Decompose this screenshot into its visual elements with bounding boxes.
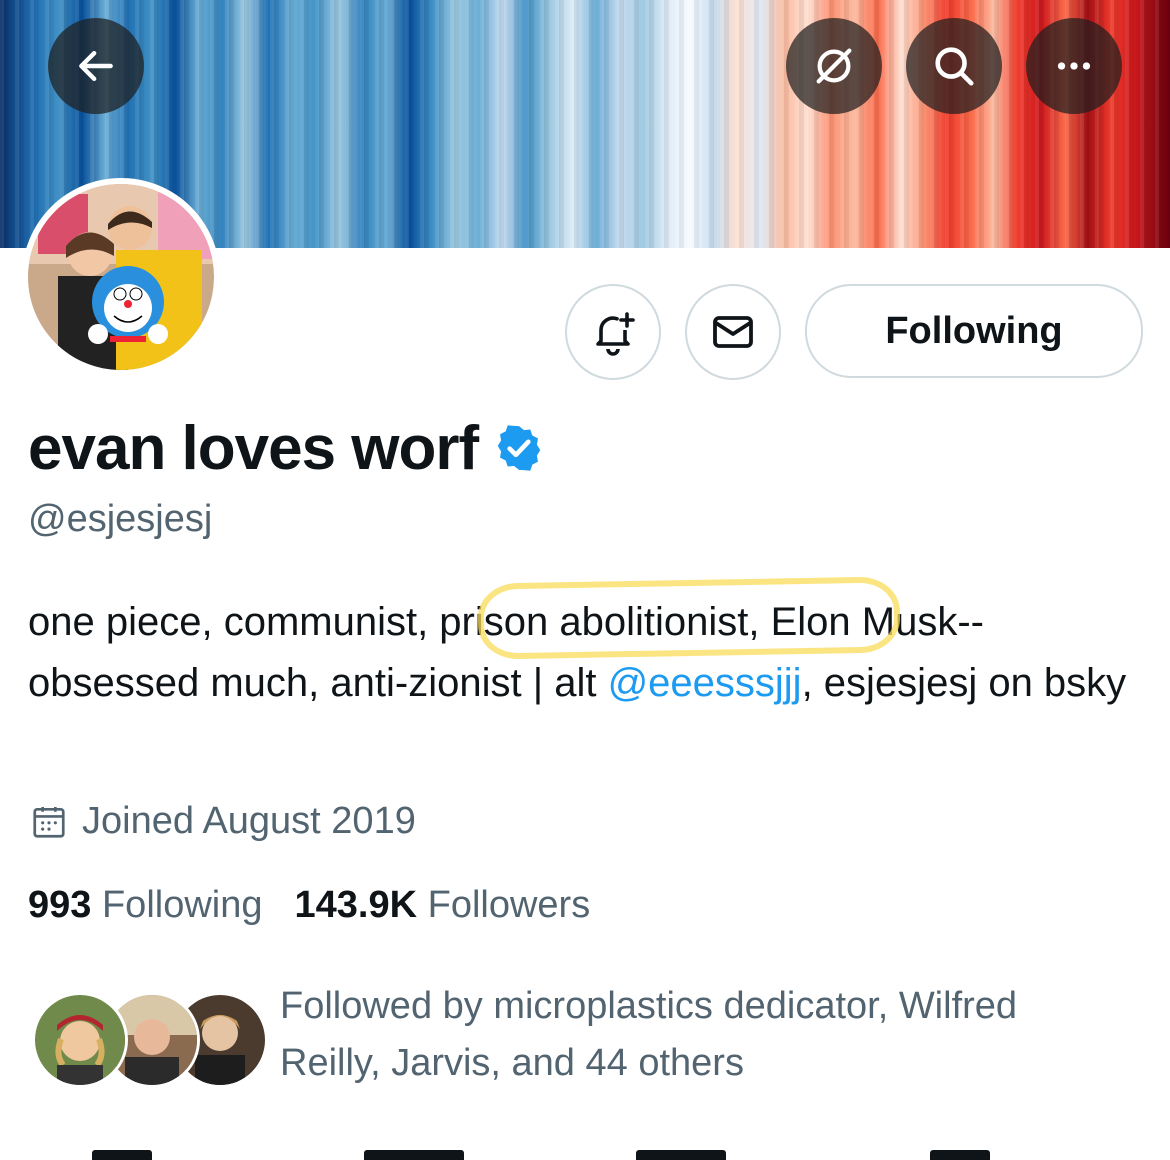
envelope-icon [713, 316, 753, 348]
tab-peek-4 [930, 1150, 990, 1160]
following-button[interactable]: Following [805, 284, 1143, 378]
notify-button[interactable] [565, 284, 661, 380]
tab-peek-1 [92, 1150, 152, 1160]
profile-avatar[interactable] [22, 178, 220, 376]
mutual-avatar-1 [32, 992, 128, 1088]
followers-count: 143.9K [294, 884, 418, 926]
display-name: evan loves worf [28, 413, 479, 483]
avatar-image [28, 184, 214, 370]
bio-text-part2: , esjesjesj on bsky [801, 661, 1127, 705]
more-button[interactable] [1026, 18, 1122, 114]
bio-mention-link[interactable]: @eeesssjjj [608, 661, 802, 705]
tab-peek-2 [364, 1150, 464, 1160]
more-horizontal-icon [1057, 62, 1091, 70]
message-button[interactable] [685, 284, 781, 380]
search-icon [935, 47, 974, 86]
arrow-left-icon [79, 50, 113, 82]
joined-text: Joined August 2019 [82, 800, 416, 842]
followers-label: Followers [427, 884, 591, 926]
profile-tabs-peek[interactable] [0, 1150, 1170, 1160]
grok-button[interactable] [786, 18, 882, 114]
bell-plus-icon [596, 312, 635, 356]
followers-count-link[interactable]: 143.9K Followers [295, 884, 591, 927]
following-label: Following [101, 884, 263, 926]
name-row: evan loves worf [28, 408, 544, 488]
grok-icon [816, 48, 852, 84]
tab-peek-3 [636, 1150, 726, 1160]
profile-handle: @esjesjesj [28, 498, 213, 540]
followed-by-text[interactable]: Followed by microplastics dedicator, Wil… [280, 978, 1110, 1092]
following-count: 993 [28, 884, 92, 926]
highlight-annotation [477, 576, 901, 660]
verified-badge-icon[interactable] [494, 423, 544, 473]
mutual-followers-avatars[interactable] [32, 992, 268, 1088]
joined-date: Joined August 2019 [30, 800, 416, 843]
search-button[interactable] [906, 18, 1002, 114]
following-count-link[interactable]: 993 Following [28, 884, 263, 927]
follow-counts: 993 Following 143.9K Followers [28, 884, 590, 927]
calendar-icon [33, 806, 65, 838]
back-button[interactable] [48, 18, 144, 114]
